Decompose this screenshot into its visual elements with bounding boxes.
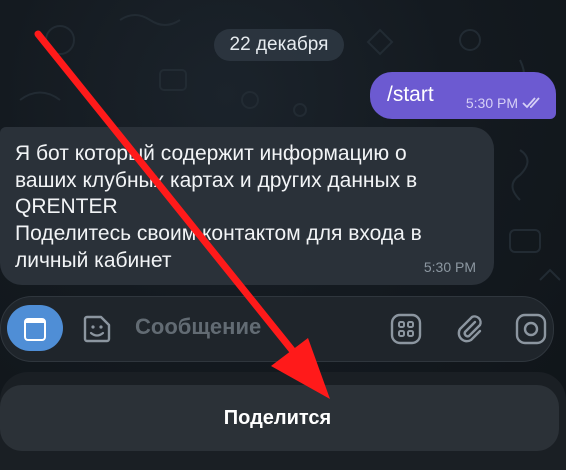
share-contact-label: Поделится bbox=[223, 407, 332, 429]
incoming-message-line: Поделитесь своим контактом для входа в bbox=[15, 222, 422, 245]
chat-screen: 22 декабря /start 5:30 PM Я бот который … bbox=[0, 0, 566, 470]
menu-icon bbox=[24, 318, 46, 341]
outgoing-message[interactable]: /start 5:30 PM bbox=[370, 72, 556, 119]
incoming-message-time: 5:30 PM bbox=[423, 259, 476, 275]
share-contact-button[interactable]: Поделится bbox=[0, 385, 559, 451]
outgoing-message-time: 5:30 PM bbox=[465, 95, 518, 111]
double-check-icon bbox=[522, 97, 540, 109]
outgoing-message-text: /start bbox=[387, 83, 434, 106]
bot-menu-button[interactable] bbox=[7, 305, 63, 351]
apps-grid-icon[interactable] bbox=[390, 313, 422, 345]
incoming-message-line: QRENTER bbox=[15, 195, 118, 218]
outgoing-message-meta: 5:30 PM bbox=[466, 95, 544, 111]
date-separator: 22 декабря bbox=[214, 29, 344, 61]
incoming-message-line: ваших клубных картах и других данных в bbox=[15, 169, 418, 192]
message-input[interactable]: Сообщение bbox=[135, 314, 261, 340]
attach-icon[interactable] bbox=[453, 313, 485, 345]
sticker-icon[interactable] bbox=[81, 313, 113, 345]
message-composer: Сообщение bbox=[0, 296, 554, 362]
incoming-message-line: личный кабинет bbox=[15, 249, 172, 272]
camera-icon[interactable] bbox=[515, 313, 547, 345]
incoming-message[interactable]: Я бот который содержит информацию о ваши… bbox=[0, 127, 494, 285]
incoming-message-line: Я бот который содержит информацию о bbox=[15, 142, 407, 165]
